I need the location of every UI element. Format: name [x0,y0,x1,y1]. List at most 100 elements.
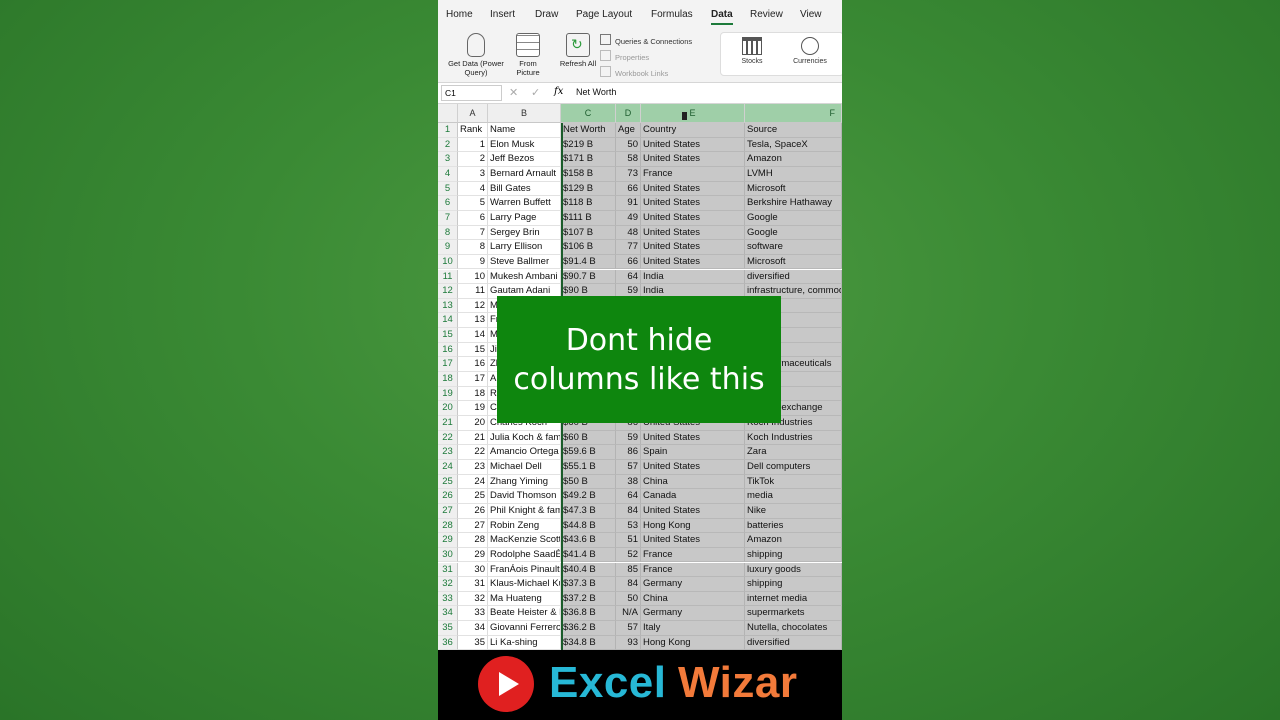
refresh-all-button[interactable]: ↻ Refresh All [558,33,598,68]
row-number[interactable]: 30 [438,547,458,563]
table-cell[interactable]: N/A [616,606,641,622]
table-cell[interactable]: United States [641,240,745,255]
table-cell[interactable]: Microsoft [745,254,842,270]
table-cell[interactable]: $44.8 B [561,518,616,534]
table-cell[interactable]: 57 [616,459,641,475]
table-cell[interactable]: $111 B [561,210,616,226]
row-number[interactable]: 15 [438,328,458,343]
table-cell[interactable]: Zhang Yiming [488,474,561,490]
row-number[interactable]: 34 [438,606,458,622]
table-cell[interactable]: Canada [641,489,745,504]
table-cell[interactable]: United States [641,210,745,226]
table-cell[interactable]: Italy [641,621,745,636]
table-cell[interactable]: software [745,240,842,255]
table-cell[interactable]: $50 B [561,474,616,490]
column-header-a[interactable]: A [458,104,488,123]
formula-input[interactable]: Net Worth [576,87,616,97]
table-cell[interactable]: $118 B [561,196,616,211]
table-cell[interactable]: 3 [458,166,488,182]
table-cell[interactable]: 12 [458,298,488,314]
table-cell[interactable]: $37.2 B [561,591,616,607]
table-cell[interactable]: Bill Gates [488,181,561,197]
table-cell[interactable]: United States [641,225,745,241]
table-cell[interactable]: 5 [458,196,488,211]
table-cell[interactable]: 59 [616,430,641,446]
table-cell[interactable]: 91 [616,196,641,211]
table-cell[interactable]: 57 [616,621,641,636]
column-title[interactable]: Country [641,123,745,138]
table-cell[interactable]: $59.6 B [561,445,616,460]
table-cell[interactable]: media [745,489,842,504]
table-cell[interactable]: $107 B [561,225,616,241]
table-cell[interactable]: China [641,474,745,490]
table-cell[interactable]: Microsoft [745,181,842,197]
table-cell[interactable]: Google [745,210,842,226]
table-cell[interactable]: MacKenzie Scott [488,533,561,548]
row-number[interactable]: 22 [438,430,458,446]
table-cell[interactable]: $47.3 B [561,503,616,519]
properties-button[interactable]: Properties [600,50,649,62]
table-cell[interactable]: 7 [458,225,488,241]
row-number[interactable]: 21 [438,416,458,431]
table-cell[interactable]: United States [641,503,745,519]
table-cell[interactable]: luxury goods [745,562,842,578]
table-cell[interactable]: 77 [616,240,641,255]
row-number[interactable]: 36 [438,635,458,650]
table-cell[interactable]: 13 [458,313,488,329]
table-cell[interactable]: Michael Dell [488,459,561,475]
table-cell[interactable]: $60 B [561,430,616,446]
table-cell[interactable]: $158 B [561,166,616,182]
table-cell[interactable]: $36.8 B [561,606,616,622]
table-cell[interactable]: China [641,591,745,607]
table-cell[interactable]: United States [641,137,745,153]
table-cell[interactable]: 11 [458,284,488,299]
table-cell[interactable]: United States [641,254,745,270]
table-cell[interactable]: Google [745,225,842,241]
table-cell[interactable]: 31 [458,577,488,592]
table-cell[interactable]: 24 [458,474,488,490]
table-cell[interactable]: diversified [745,635,842,650]
get-data-button[interactable]: Get Data (Power Query) [444,33,508,77]
row-number[interactable]: 9 [438,240,458,255]
table-cell[interactable]: India [641,269,745,285]
row-number[interactable]: 24 [438,459,458,475]
table-cell[interactable]: 35 [458,635,488,650]
table-cell[interactable]: 84 [616,577,641,592]
table-cell[interactable]: $36.2 B [561,621,616,636]
table-cell[interactable]: Koch Industries [745,430,842,446]
table-cell[interactable]: 14 [458,328,488,343]
row-number[interactable]: 29 [438,533,458,548]
table-cell[interactable]: Tesla, SpaceX [745,137,842,153]
table-cell[interactable]: 51 [616,533,641,548]
table-cell[interactable]: 32 [458,591,488,607]
table-cell[interactable]: Berkshire Hathaway [745,196,842,211]
table-cell[interactable]: Mukesh Ambani [488,269,561,285]
table-cell[interactable]: Rodolphe SaadÈ [488,547,561,563]
table-cell[interactable]: 84 [616,503,641,519]
table-cell[interactable]: Warren Buffett [488,196,561,211]
tab-formulas[interactable]: Formulas [651,9,693,20]
table-cell[interactable]: 50 [616,137,641,153]
column-header-f[interactable]: F [745,104,842,123]
table-cell[interactable]: FranÁois Pinault [488,562,561,578]
column-header-e[interactable]: E [641,104,745,123]
cancel-icon[interactable]: ✕ [509,86,518,99]
workbook-links-button[interactable]: Workbook Links [600,66,668,78]
table-cell[interactable]: Hong Kong [641,518,745,534]
table-cell[interactable]: 73 [616,166,641,182]
row-number[interactable]: 31 [438,562,458,578]
table-cell[interactable]: Germany [641,577,745,592]
table-cell[interactable]: United States [641,181,745,197]
tab-home[interactable]: Home [446,9,473,20]
table-cell[interactable]: 86 [616,445,641,460]
table-cell[interactable]: 53 [616,518,641,534]
table-cell[interactable]: 6 [458,210,488,226]
row-number[interactable]: 6 [438,196,458,211]
table-cell[interactable]: 23 [458,459,488,475]
table-cell[interactable]: United States [641,430,745,446]
select-all-corner[interactable] [438,104,458,123]
column-header-c[interactable]: C [561,104,616,123]
table-cell[interactable]: diversified [745,269,842,285]
table-cell[interactable]: 33 [458,606,488,622]
table-cell[interactable]: $41.4 B [561,547,616,563]
